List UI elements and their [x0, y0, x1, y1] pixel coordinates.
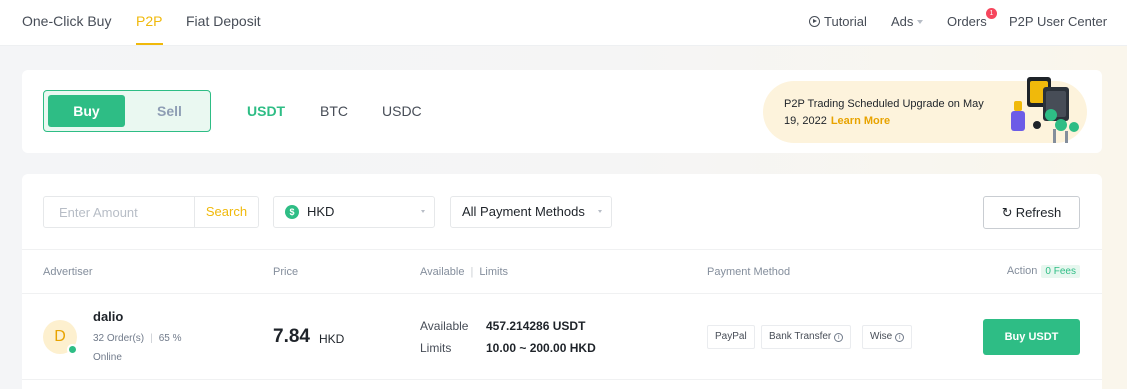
upgrade-banner[interactable]: P2P Trading Scheduled Upgrade on May 19,…	[763, 77, 1087, 143]
online-dot-icon	[67, 344, 78, 355]
header-available: Available	[420, 266, 465, 278]
refresh-icon: ↻	[1001, 205, 1013, 220]
currency-select[interactable]: $ HKD	[273, 196, 435, 228]
top-navigation: One-Click Buy P2P Fiat Deposit Tutorial …	[0, 0, 1127, 46]
info-icon[interactable]: i	[895, 333, 905, 342]
price-value: 7.84	[273, 326, 310, 347]
payment-method-bank-transfer: Bank Transfer i	[761, 325, 852, 349]
buy-usdt-button[interactable]: Buy USDT	[983, 319, 1080, 355]
banner-illustration-icon	[1011, 77, 1079, 143]
nav-tab-fiat-deposit[interactable]: Fiat Deposit	[186, 13, 261, 29]
advertiser-name[interactable]: dalio	[93, 309, 123, 324]
header-action-label: Action	[1006, 265, 1038, 277]
available-value: 457.214286 USDT	[486, 319, 586, 333]
payment-method-wise: Wise i	[862, 325, 913, 349]
ads-menu[interactable]: Ads	[891, 14, 924, 29]
available-label: Available	[420, 319, 469, 333]
coin-tab-usdc[interactable]: USDC	[382, 103, 422, 119]
banner-text: P2P Trading Scheduled Upgrade on May 19,…	[784, 96, 999, 130]
currency-value: HKD	[307, 204, 335, 219]
info-icon[interactable]: i	[834, 333, 844, 342]
limits-label: Limits	[420, 341, 452, 355]
buy-tab[interactable]: Buy	[48, 95, 125, 127]
zero-fees-badge: 0 Fees	[1041, 265, 1080, 278]
header-advertiser: Advertiser	[43, 266, 93, 278]
payment-method-label: Wise	[870, 331, 893, 342]
orders-link[interactable]: Orders	[947, 14, 987, 29]
nav-tab-one-click-buy[interactable]: One-Click Buy	[22, 13, 111, 29]
payment-method-paypal: PayPal	[707, 325, 755, 349]
online-status: Online	[93, 352, 122, 363]
tutorial-link[interactable]: Tutorial	[809, 14, 867, 29]
orders-badge: 1	[986, 8, 997, 19]
amount-search-button[interactable]: Search	[194, 197, 258, 227]
header-action: Action 0 Fees	[1007, 265, 1080, 278]
order-count: 32 Order(s)	[93, 333, 145, 344]
amount-filter: Search	[43, 196, 259, 228]
ads-list-card: Search $ HKD All Payment Methods ↻Refres…	[22, 174, 1102, 389]
play-circle-icon	[809, 16, 820, 27]
advertiser-stats: 32 Order(s) | 65 %	[93, 333, 182, 344]
sell-tab[interactable]: Sell	[131, 95, 208, 127]
learn-more-link[interactable]: Learn More	[831, 115, 890, 127]
payment-method-value: All Payment Methods	[462, 204, 585, 219]
coin-tab-usdt[interactable]: USDT	[247, 103, 285, 119]
chevron-down-icon	[421, 210, 425, 213]
amount-input[interactable]	[44, 197, 194, 227]
tutorial-label: Tutorial	[824, 14, 867, 29]
active-tab-indicator	[136, 43, 163, 45]
buy-sell-toggle: Buy Sell	[43, 90, 211, 132]
caret-down-icon	[917, 20, 924, 24]
divider	[22, 379, 1102, 380]
divider	[22, 293, 1102, 294]
trade-selector-card: Buy Sell USDT BTC USDC P2P Trading Sched…	[22, 70, 1102, 153]
chevron-down-icon	[598, 210, 602, 213]
header-available-limits: Available | Limits	[420, 266, 509, 278]
hkd-coin-icon: $	[285, 205, 299, 219]
header-price: Price	[273, 266, 299, 278]
payment-method-select[interactable]: All Payment Methods	[450, 196, 612, 228]
nav-tab-p2p[interactable]: P2P	[136, 13, 162, 29]
ads-label: Ads	[891, 14, 914, 29]
coin-tab-btc[interactable]: BTC	[320, 103, 348, 119]
refresh-label: Refresh	[1015, 205, 1062, 220]
p2p-user-center-link[interactable]: P2P User Center	[1009, 14, 1107, 29]
completion-rate: 65 %	[158, 333, 182, 344]
header-payment-method: Payment Method	[707, 266, 791, 278]
price-currency: HKD	[319, 332, 345, 346]
header-limits: Limits	[479, 266, 509, 278]
limits-value: 10.00 ~ 200.00 HKD	[486, 341, 596, 355]
refresh-button[interactable]: ↻ Refresh	[983, 196, 1080, 229]
payment-method-label: Bank Transfer	[769, 331, 832, 342]
divider	[22, 249, 1102, 250]
